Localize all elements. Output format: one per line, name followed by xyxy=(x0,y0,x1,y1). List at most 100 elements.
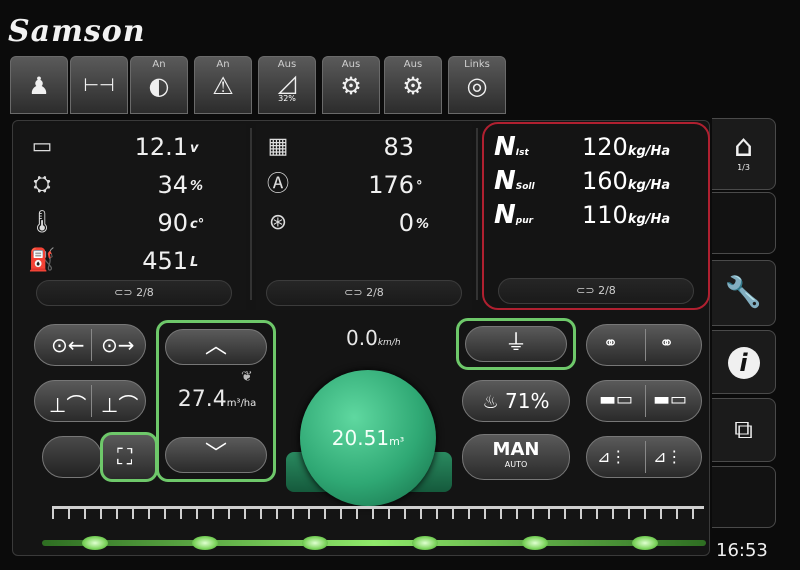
side-tab-empty[interactable] xyxy=(712,466,776,528)
side-tab-windows[interactable]: ⧉ xyxy=(712,398,776,462)
suspension-up-icon: ⊥⌒ xyxy=(101,393,139,417)
pager-left[interactable]: ⊂⊃ 2/8 xyxy=(36,280,232,306)
axle-icon: ⊢⊣ xyxy=(83,75,115,96)
spreader-button[interactable]: ⏚ xyxy=(465,326,567,362)
home-icon: ⌂ xyxy=(733,129,754,164)
map-value: 83 xyxy=(383,133,414,161)
wheel-left-icon: ⊙← xyxy=(51,333,85,357)
tab-operator[interactable]: ♟ xyxy=(10,56,68,114)
man-auto-button[interactable]: MAN AUTO xyxy=(462,434,570,480)
side-tab-info[interactable]: i xyxy=(712,330,776,394)
nitrogen-panel: NIst 120kg/Ha NSoll 160kg/Ha Npur 110kg/… xyxy=(482,122,710,310)
tab-work-light[interactable]: An ◐ xyxy=(130,56,188,114)
hitch-right-icon: ⚭ xyxy=(659,333,675,354)
rate-down-button[interactable]: ﹀ xyxy=(165,437,267,473)
boom-bar xyxy=(52,498,704,522)
lift-button-left[interactable] xyxy=(42,436,102,478)
pump-percent-button[interactable]: ♨ 71% xyxy=(462,380,570,422)
section-indicator-bar xyxy=(42,540,706,546)
tab-pump-gauge[interactable]: Aus ⚙ xyxy=(322,56,380,114)
pager-right[interactable]: ⊂⊃ 2/8 xyxy=(498,278,694,304)
fuel-unit: L xyxy=(190,255,199,270)
lift-icon: ⛶ xyxy=(117,445,133,470)
machine-status-panel: ▭ 12.1 v ⛭ 34 % 🌡 90 c° ⛽ 451 L ⊂⊃ 2/8 xyxy=(20,124,246,310)
rate-up-button[interactable]: ︿ xyxy=(165,329,267,365)
pump-percent-value: 71% xyxy=(505,389,550,413)
spreader-panel: ⏚ xyxy=(456,318,576,370)
n-actual-row: NIst 120kg/Ha xyxy=(494,130,694,164)
page-indicator: 1/3 xyxy=(737,163,750,172)
section-4-indicator[interactable] xyxy=(412,536,438,550)
trailer-left-icon: ▬▭ xyxy=(599,389,634,410)
n-target-row: NSoll 160kg/Ha xyxy=(494,164,694,198)
side-tab-empty[interactable] xyxy=(712,192,776,254)
tab-beacon[interactable]: An ⚠ xyxy=(194,56,252,114)
tab-label: An xyxy=(216,59,230,70)
trailer-button[interactable]: ▬▭ ▬▭ xyxy=(586,380,702,422)
pager-mid[interactable]: ⊂⊃ 2/8 xyxy=(266,280,462,306)
direction-icon: Ⓐ xyxy=(266,172,289,197)
map-icon: ▦ xyxy=(267,134,289,159)
tab-axle[interactable]: ⊢⊣ xyxy=(70,56,128,114)
pump-up-icon: ⚙ xyxy=(402,72,424,100)
fuel-row: ⛽ 451 L xyxy=(24,242,214,280)
boom-tilt-icon: ◿ xyxy=(277,69,297,97)
spreader-disc-icon: ◎ xyxy=(466,72,488,100)
tab-label xyxy=(11,59,67,71)
tab-boom-tilt[interactable]: Aus ◿ 32% xyxy=(258,56,316,114)
samson-logo: Samson xyxy=(8,14,146,49)
fuel-icon: ⛽ xyxy=(28,248,56,273)
divider xyxy=(91,329,92,361)
tank-display: 20.51m³ xyxy=(300,426,436,450)
temperature-unit: c° xyxy=(190,217,205,232)
engine-load-row: ⛭ 34 % xyxy=(24,166,214,204)
tank-gauge[interactable]: 20.51m³ xyxy=(300,370,436,506)
rate-display: 27.4m³/ha xyxy=(165,387,269,412)
lift-button[interactable]: ⛶ xyxy=(100,432,158,482)
tank-value: 20.51 xyxy=(331,426,390,450)
tank-unit: m³ xyxy=(389,435,405,448)
tab-pump-up[interactable]: Aus ⚙ xyxy=(384,56,442,114)
field-status-panel: ▦ 83 Ⓐ 176 ° ⊛ 0 % ⊂⊃ 2/8 xyxy=(256,124,472,310)
battery-value: 12.1 xyxy=(134,133,188,161)
tab-spreader-links[interactable]: Links ◎ xyxy=(448,56,506,114)
wheel-slip-row: ⊛ 0 % xyxy=(260,204,440,242)
section-3-indicator[interactable] xyxy=(302,536,328,550)
section-2-indicator[interactable] xyxy=(192,536,218,550)
wheel-slip-value: 0 xyxy=(398,209,414,237)
section-5-indicator[interactable] xyxy=(522,536,548,550)
trailer-right-icon: ▬▭ xyxy=(653,389,688,410)
mode-sub-label: AUTO xyxy=(504,460,528,469)
spread-width-right-icon: ⊿⋮ xyxy=(653,447,683,466)
work-light-icon: ◐ xyxy=(148,72,170,100)
tab-label: Links xyxy=(464,59,490,70)
windows-icon: ⧉ xyxy=(734,415,753,445)
hitch-button[interactable]: ⚭ ⚭ xyxy=(586,324,702,366)
wheel-slip-unit: % xyxy=(416,217,430,232)
fuel-value: 451 xyxy=(142,247,188,275)
battery-row: ▭ 12.1 v xyxy=(24,128,214,166)
direction-value: 176 xyxy=(368,171,414,199)
side-tab-settings[interactable]: 🔧 xyxy=(712,260,776,326)
n-pure-row: Npur 110kg/Ha xyxy=(494,198,694,232)
section-1-indicator[interactable] xyxy=(82,536,108,550)
n-label: Npur xyxy=(494,200,534,230)
wheel-steer-toggle-button[interactable]: ⊙← ⊙→ xyxy=(34,324,146,366)
suspension-button[interactable]: ⊥⌒ ⊥⌒ xyxy=(34,380,146,422)
divider xyxy=(645,441,646,473)
section-6-indicator[interactable] xyxy=(632,536,658,550)
wheel-slip-icon: ⊛ xyxy=(268,210,288,235)
mode-main-label: MAN xyxy=(492,439,540,460)
temperature-value: 90 xyxy=(157,209,188,237)
n-pure-value: 110kg/Ha xyxy=(582,201,671,229)
tab-label xyxy=(71,59,127,71)
wrench-icon: 🔧 xyxy=(724,275,763,310)
divider xyxy=(645,385,646,417)
rate-adjust-panel: ︿ 27.4m³/ha ❦ ﹀ xyxy=(156,320,276,482)
spread-width-left-icon: ⊿⋮ xyxy=(597,447,627,466)
suspension-down-icon: ⊥⌒ xyxy=(49,393,87,417)
side-tab-home[interactable]: ⌂ 1/3 xyxy=(712,118,776,190)
divider xyxy=(645,329,646,361)
temperature-row: 🌡 90 c° xyxy=(24,204,214,242)
spread-width-button[interactable]: ⊿⋮ ⊿⋮ xyxy=(586,436,702,478)
